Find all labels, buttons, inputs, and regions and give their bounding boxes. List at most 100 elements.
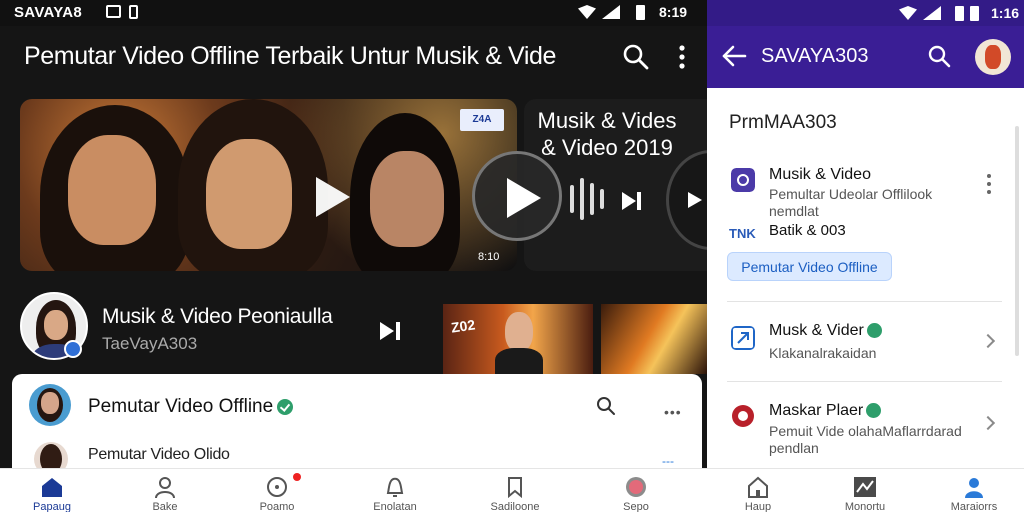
nav-profile[interactable]: Bake [115,469,215,512]
app-title: SAVAYA303 [761,45,869,67]
music-app-icon [731,168,755,192]
record-icon [732,405,754,427]
skip-next-icon[interactable] [380,322,402,340]
action-chip[interactable]: Pemutar Video Offline [727,252,892,281]
video-thumbnail[interactable] [601,304,707,374]
back-arrow-icon[interactable] [721,44,747,68]
nav-explore[interactable]: Poamo [227,469,327,512]
item-subtitle: Pemuit Vide olahaMaflarrdarad [769,423,962,439]
search-icon[interactable] [622,43,650,71]
profile-avatar[interactable] [975,39,1011,75]
bottom-navigation: Papaug Bake Poamo Enolatan Sadiloone Sep… [0,468,1024,512]
divider [727,301,1002,302]
status-system-icons: 8:19 [578,4,687,20]
channel-tag: Z4A [460,109,504,131]
scrollbar[interactable] [1015,126,1019,356]
featured-video-card[interactable]: Z4A 8:10 [20,99,517,271]
waveform-bar [570,185,574,213]
waveform-bar [600,189,604,209]
channel-handle: TaeVayA303 [102,334,198,353]
more-vert-icon[interactable] [672,43,692,71]
brand-tag: TNK [729,226,756,241]
avatar-face [41,392,59,414]
nav-label: Monortu [844,501,886,512]
verified-icon [866,323,882,339]
thumbnail-body [495,348,543,374]
battery-notification-icon [129,5,138,19]
list-item[interactable]: Maskar Plaer Pemuit Vide olahaMaflarrdar… [727,398,1009,466]
wifi-icon [578,5,596,19]
person-face [68,135,156,245]
status-time: 1:16 [991,5,1020,21]
status-notification-icons [106,5,138,19]
nav-sepo[interactable]: Sepo [586,469,686,512]
nav-monitor[interactable]: Monortu [815,469,915,512]
list-item[interactable]: Musk & Vider Klakanalrakaidan [727,318,1009,378]
bookmark-icon [508,477,522,498]
item-title: Maskar Plaer [769,402,882,420]
right-app-pane: 1:16 SAVAYA303 PrmMAA303 Musik & Video P… [707,0,1024,468]
bottom-sheet: Pemutar Video Offline ••• Pemutar Video … [12,374,702,476]
nav-label: Maraiorrs [950,501,998,512]
search-icon[interactable] [596,396,616,416]
nav-label: Papaug [33,501,71,512]
play-icon[interactable] [316,177,350,217]
page-title: Pemutar Video Offline Terbaik Untur Musi… [24,42,557,70]
nav-notifications[interactable]: Enolatan [345,469,445,512]
thumbnail-text: Z02 [450,316,477,336]
person-face [370,151,444,247]
status-bar-left: SAVAYA8 8:19 [0,0,707,26]
top-app-bar: SAVAYA303 [707,26,1024,88]
sheet-avatar[interactable] [29,384,71,426]
verified-icon [277,398,294,415]
battery-icon [955,5,964,21]
nav-saved[interactable]: Sadiloone [465,469,565,512]
image-icon [854,477,876,497]
left-app-pane: SAVAYA8 8:19 Pemutar Video Offline Terba… [0,0,707,512]
open-external-icon [731,326,755,350]
play-icon[interactable] [688,192,702,208]
waveform-bar [590,183,594,215]
list-item-title: Pemutar Video Olido [88,446,230,463]
video-duration: 8:10 [478,251,500,263]
notification-dot [293,473,301,481]
item-subtitle-2: nemdlat [769,203,819,219]
more-vert-icon[interactable] [987,174,991,196]
screen: SAVAYA8 8:19 Pemutar Video Offline Terba… [0,0,1024,512]
nav-home[interactable]: Papaug [2,469,102,512]
nav-account[interactable]: Maraiorrs [924,469,1024,512]
chevron-right-icon [980,333,996,349]
more-horiz-icon[interactable]: ••• [664,404,682,420]
divider [727,381,1002,382]
wifi-icon [899,6,917,20]
item-title-text: Musk & Vider [769,322,864,339]
play-button[interactable] [472,151,562,241]
nav-label: Haup [744,501,772,512]
thumbnail-person [505,312,533,352]
sheet-title-text: Pemutar Video Offline [88,396,274,417]
nav-label: Poamo [259,501,295,512]
top-app-bar: Pemutar Video Offline Terbaik Untur Musi… [0,26,707,88]
channel-name: Musik & Video Peoniaulla [102,305,333,328]
status-carrier: SAVAYA8 [14,4,82,21]
status-time: 8:19 [659,4,688,20]
nav-label: Enolatan [373,501,417,512]
nav-label: Sepo [623,501,649,512]
search-icon[interactable] [927,44,951,68]
signal-icon [923,6,941,20]
battery-icon [970,5,979,21]
nav-house[interactable]: Haup [708,469,808,512]
nav-label: Sadiloone [490,501,540,512]
avatar-figure [985,45,1001,69]
skip-next-icon[interactable] [622,192,642,210]
person-face [206,139,292,249]
video-thumbnail[interactable]: Z02 [443,304,593,374]
nav-label: Bake [152,501,178,512]
verified-icon [866,403,882,419]
user-icon [965,478,983,498]
item-subtitle: Pemultar Udeolar Offlilook [769,186,933,202]
play-icon [507,178,541,218]
chevron-right-icon [980,415,996,431]
item-tagline: Batik & 003 [769,222,846,239]
waveform-bar [580,178,584,220]
